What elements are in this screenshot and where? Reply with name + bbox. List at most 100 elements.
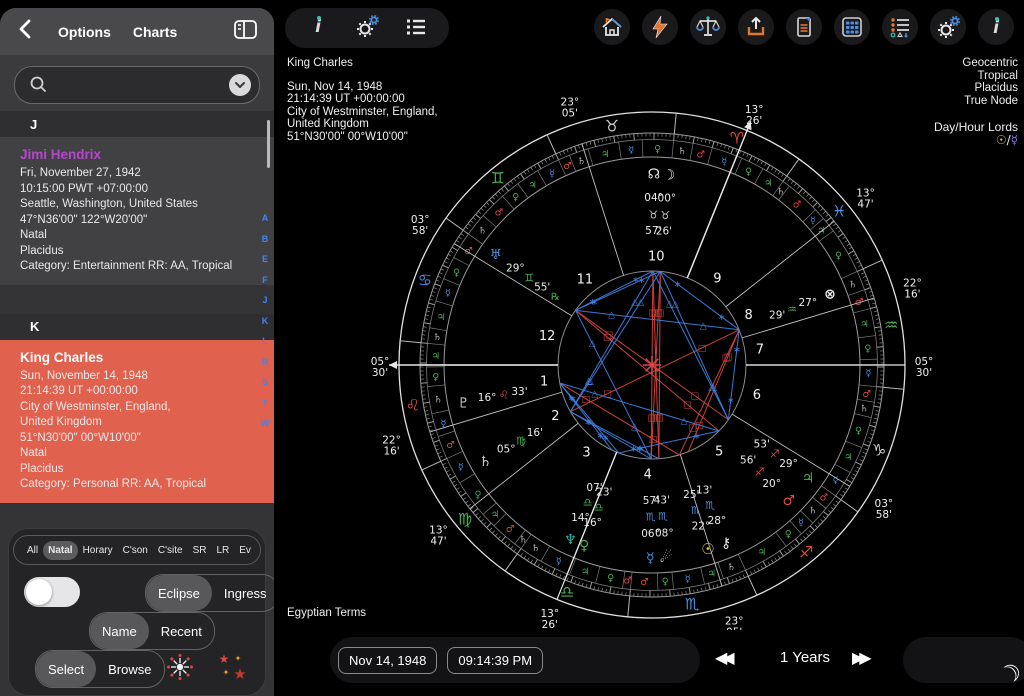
starburst-icon [164, 651, 196, 683]
aspect-marker-trine: △ [700, 322, 707, 332]
filter-tab-natal[interactable]: Natal [43, 541, 77, 560]
eclipse-button[interactable]: Eclipse [146, 575, 212, 611]
term-glyph: ♃ [431, 351, 440, 362]
index-letter-A[interactable]: A [262, 213, 269, 234]
term-glyph: ♄ [577, 156, 586, 167]
index-letter-F[interactable]: F [262, 275, 268, 296]
filter-tab-csite[interactable]: C'site [153, 541, 188, 560]
aspect-marker-square: □ [582, 395, 591, 405]
planet-north-node: ☊04°♉57' [644, 167, 663, 237]
select-button[interactable]: Select [36, 651, 96, 687]
filter-tab-ev[interactable]: Ev [234, 541, 256, 560]
jupiter-glyph: ♃ [802, 470, 815, 486]
chart-entry-name: Jimi Hendrix [20, 147, 260, 162]
select-browse-group: Select Browse [35, 650, 165, 688]
favorites-button[interactable]: ★★✦✦ [216, 651, 250, 688]
chart-entry-detail-line: Placidus [20, 462, 260, 478]
planet-uranus: ♅29°♊55'℞ [490, 247, 560, 303]
filter-tab-all[interactable]: All [22, 541, 43, 560]
chiron-minute: 13' [696, 485, 712, 497]
scrollbar[interactable] [267, 120, 270, 168]
name-button[interactable]: Name [90, 613, 149, 649]
term-glyph: ♂ [563, 161, 572, 172]
natal-chart-wheel[interactable]: ♈♉♊♋♌♍♎♏♐♑♒♓♃♀☿♂♄♀☿♃♄♂☿♃♀♂♄♂♀☿♃♄♃♀♄☿♂☿♀♃… [274, 0, 1024, 696]
term-glyph: ☿ [445, 288, 451, 299]
step-amount-label[interactable]: 1 Years [760, 649, 850, 666]
toggle-knob [26, 579, 52, 605]
zodiac-glyph-gemini: ♊ [491, 168, 505, 187]
saturn-degree: 05° [497, 443, 516, 455]
sidebar-toggle-button[interactable] [232, 16, 260, 47]
chart-sparkle-button[interactable] [164, 651, 196, 688]
term-glyph: ♂ [819, 492, 828, 503]
house-number-5: 5 [715, 444, 723, 459]
filter-toggle[interactable] [24, 577, 80, 607]
filter-tab-horary[interactable]: Horary [78, 541, 118, 560]
index-letter-W[interactable]: W [261, 418, 270, 439]
aspect-marker-trine: △ [608, 311, 615, 321]
chart-entry-detail-line: 51°N30'00" 00°W10'00" [20, 431, 260, 447]
name-recent-group: Name Recent [89, 612, 215, 650]
step-back-button[interactable]: ◀◀ [715, 648, 730, 668]
comet-point-sign: ♏ [658, 510, 668, 523]
uranus-retrograde: ℞ [551, 292, 560, 303]
part-of-fortune-sign: ♒ [787, 303, 797, 316]
term-glyph: ♄ [848, 279, 857, 290]
term-glyph: ♂ [446, 440, 455, 451]
filter-tab-lr[interactable]: LR [211, 541, 234, 560]
term-glyph: ♃ [581, 566, 590, 577]
cusp-label-4: 13°26' [540, 608, 559, 631]
uranus-degree: 29° [506, 262, 525, 274]
index-letter-R[interactable]: R [262, 357, 269, 378]
search-options-button[interactable] [229, 74, 251, 96]
back-chevron-icon [14, 16, 40, 42]
ingress-button[interactable]: Ingress [212, 575, 274, 611]
term-glyph: ☿ [865, 368, 871, 379]
term-glyph: ♄ [531, 543, 540, 554]
svg-text:✦: ✦ [235, 654, 242, 663]
section-letter: J [30, 117, 37, 132]
uranus-minute: 55' [534, 281, 550, 293]
sun-sign: ♏ [691, 504, 701, 517]
index-letter-K[interactable]: K [262, 316, 269, 337]
browse-button[interactable]: Browse [96, 651, 163, 687]
chart-entry-detail-line: Natal [20, 446, 260, 462]
index-letter-B[interactable]: B [262, 234, 269, 255]
filter-tab-cson[interactable]: C'son [118, 541, 153, 560]
step-forward-button[interactable]: ▶▶ [852, 648, 867, 668]
index-letter-S[interactable]: S [262, 377, 268, 398]
time-button[interactable]: 09:14:39 PM [447, 647, 543, 674]
comet-point-minute: 43' [654, 495, 670, 507]
section-header-K: K [0, 314, 274, 340]
term-glyph: ♃ [844, 452, 853, 463]
filter-panel: AllNatalHoraryC'sonC'siteSRLREv Eclipse … [8, 528, 266, 696]
term-glyph: ♃ [758, 547, 767, 558]
term-glyph: ♄ [727, 562, 736, 573]
filter-tab-sr[interactable]: SR [188, 541, 212, 560]
chart-entry-detail-line: Sun, November 14, 1948 [20, 369, 260, 385]
aspect-marker-sextile: ∗ [586, 418, 594, 428]
back-button[interactable] [14, 16, 40, 47]
chart-entry-king-charles[interactable]: King CharlesSun, November 14, 194821:14:… [0, 340, 274, 503]
index-letter-E[interactable]: E [262, 254, 268, 275]
aspect-marker-opposition: □ [603, 333, 612, 343]
mars-degree: 20° [762, 478, 781, 490]
house-number-2: 2 [551, 409, 559, 424]
term-glyph: ♄ [777, 186, 786, 197]
house-number-12: 12 [539, 329, 556, 344]
nav-charts[interactable]: Charts [133, 24, 177, 40]
cusp-label-11: 23°05' [561, 97, 580, 120]
search-input[interactable] [14, 66, 260, 104]
recent-button[interactable]: Recent [149, 613, 214, 649]
date-button[interactable]: Nov 14, 1948 [338, 647, 437, 674]
nav-options[interactable]: Options [58, 24, 111, 40]
jupiter-degree: 29° [779, 458, 798, 470]
aspect-marker-trine: △ [631, 298, 638, 308]
index-letter-T[interactable]: T [262, 398, 268, 419]
planet-part-of-fortune: ⊗27°♒29' [769, 287, 836, 322]
index-letter-J[interactable]: J [262, 295, 267, 316]
chart-entry-jimi-hendrix[interactable]: Jimi HendrixFri, November 27, 194210:15:… [0, 137, 274, 285]
cusp-label-9: 13°47' [856, 187, 875, 210]
alphabet-index[interactable]: ABEFJKLRSTW [259, 213, 271, 439]
index-letter-L[interactable]: L [262, 336, 268, 357]
